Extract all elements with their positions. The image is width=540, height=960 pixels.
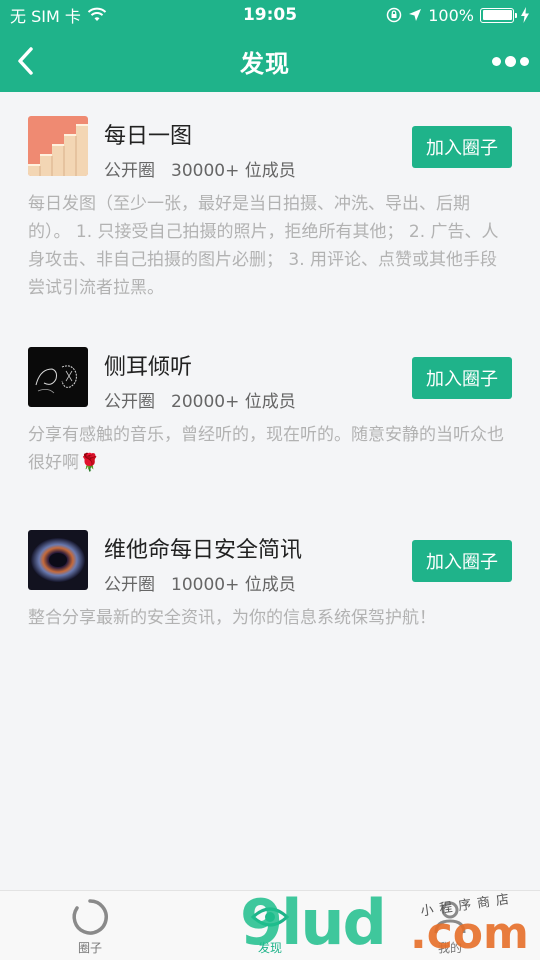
more-dot-icon: [504, 55, 516, 67]
group-avatar-sketch[interactable]: [28, 347, 88, 407]
group-name[interactable]: 侧耳倾听: [104, 349, 192, 381]
charging-icon: [521, 7, 529, 23]
join-group-button[interactable]: 加入圈子: [412, 540, 512, 582]
tab-circles[interactable]: 圈子: [0, 891, 180, 960]
page-title: 发现: [240, 49, 290, 78]
group-name[interactable]: 维他命每日安全简讯: [104, 532, 302, 564]
tab-label: 发现: [257, 941, 282, 955]
group-description: 整合分享最新的安全资讯，为你的信息系统保驾护航！: [28, 608, 436, 628]
group-members: 10000+ 位成员: [171, 575, 296, 595]
status-left: 无 SIM 卡: [10, 3, 210, 27]
group-meta: 公开圈 30000+ 位成员: [104, 156, 296, 181]
group-members: 20000+ 位成员: [171, 392, 296, 412]
group-description: 每日发图（至少一张，最好是当日拍摄、冲洗、导出、后期的）。 1. 只接受自己拍摄…: [28, 194, 499, 298]
group-header: 侧耳倾听 公开圈 20000+ 位成员 加入圈子: [28, 347, 512, 412]
join-group-button[interactable]: 加入圈子: [412, 126, 512, 168]
group-name[interactable]: 每日一图: [104, 118, 192, 150]
tab-label: 我的: [437, 941, 462, 955]
rotation-lock-icon: [387, 7, 402, 23]
group-type: 公开圈: [104, 392, 155, 412]
location-icon: [409, 9, 422, 21]
tab-mine[interactable]: 我的: [360, 891, 540, 960]
group-meta: 公开圈 10000+ 位成员: [104, 570, 296, 595]
wifi-icon: [87, 7, 107, 21]
tab-bar: 圈子 发现 我的: [0, 890, 540, 960]
status-time: 19:05: [242, 5, 298, 25]
group-type: 公开圈: [104, 161, 155, 181]
back-button[interactable]: [0, 30, 50, 92]
tab-discover[interactable]: 发现: [180, 891, 360, 960]
group-avatar-stairs[interactable]: [28, 116, 88, 176]
group-type: 公开圈: [104, 575, 155, 595]
discover-list: 每日一图 公开圈 30000+ 位成员 加入圈子 每日发图（至少一张，最好是当日…: [0, 92, 540, 890]
person-icon: [434, 901, 466, 934]
more-dot-icon: [491, 56, 501, 66]
status-bar: 无 SIM 卡 19:05 100%: [0, 0, 540, 30]
more-dot-icon: [519, 56, 529, 66]
battery-icon: [480, 7, 517, 23]
group-card[interactable]: 侧耳倾听 公开圈 20000+ 位成员 加入圈子 分享有感触的音乐，曾经听的，现…: [0, 347, 540, 477]
carrier-text: 无 SIM 卡: [10, 7, 81, 26]
chevron-left-icon: [18, 47, 33, 75]
eye-icon: [250, 907, 290, 927]
group-avatar-nebula[interactable]: [28, 530, 88, 590]
group-members: 30000+ 位成员: [171, 161, 296, 181]
join-group-button[interactable]: 加入圈子: [412, 357, 512, 399]
group-meta: 公开圈 20000+ 位成员: [104, 387, 296, 412]
group-header: 每日一图 公开圈 30000+ 位成员 加入圈子: [28, 116, 512, 181]
loading-circle-icon: [72, 899, 108, 935]
tab-label: 圈子: [77, 941, 102, 955]
nav-bar: 发现: [0, 30, 540, 92]
group-card[interactable]: 每日一图 公开圈 30000+ 位成员 加入圈子 每日发图（至少一张，最好是当日…: [0, 116, 540, 302]
status-right: 100%: [330, 6, 530, 25]
group-description: 分享有感触的音乐，曾经听的，现在听的。随意安静的当听众也很好啊🌹: [28, 425, 504, 473]
more-button[interactable]: [480, 30, 540, 92]
battery-percent: 100%: [428, 5, 474, 25]
group-header: 维他命每日安全简讯 公开圈 10000+ 位成员 加入圈子: [28, 530, 512, 595]
group-card[interactable]: 维他命每日安全简讯 公开圈 10000+ 位成员 加入圈子 整合分享最新的安全资…: [0, 530, 540, 632]
